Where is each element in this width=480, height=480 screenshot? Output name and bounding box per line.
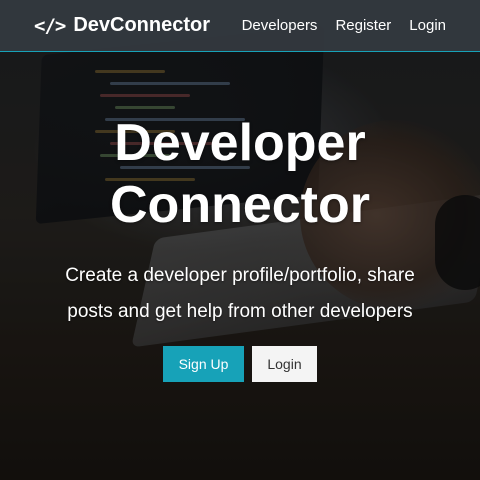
- nav-link-developers[interactable]: Developers: [242, 17, 318, 34]
- nav-links: Developers Register Login: [242, 17, 446, 34]
- page-title: Developer Connector: [0, 112, 480, 236]
- lead-text: Create a developer profile/portfolio, sh…: [30, 258, 450, 330]
- title-line-1: Developer: [114, 114, 366, 172]
- navbar: </> DevConnector Developers Register Log…: [0, 0, 480, 52]
- code-icon: </>: [34, 14, 66, 37]
- landing-buttons: Sign Up Login: [0, 346, 480, 382]
- lead-line-1: Create a developer profile/portfolio, sh…: [65, 265, 415, 286]
- brand-link[interactable]: </> DevConnector: [34, 14, 210, 37]
- brand-name: DevConnector: [73, 14, 211, 36]
- landing-section: Developer Connector Create a developer p…: [0, 52, 480, 480]
- login-button[interactable]: Login: [252, 346, 317, 382]
- nav-link-login[interactable]: Login: [409, 17, 446, 34]
- lead-line-2: posts and get help from other developers: [67, 301, 413, 322]
- title-line-2: Connector: [110, 176, 370, 234]
- sign-up-button[interactable]: Sign Up: [163, 346, 244, 382]
- nav-link-register[interactable]: Register: [335, 17, 391, 34]
